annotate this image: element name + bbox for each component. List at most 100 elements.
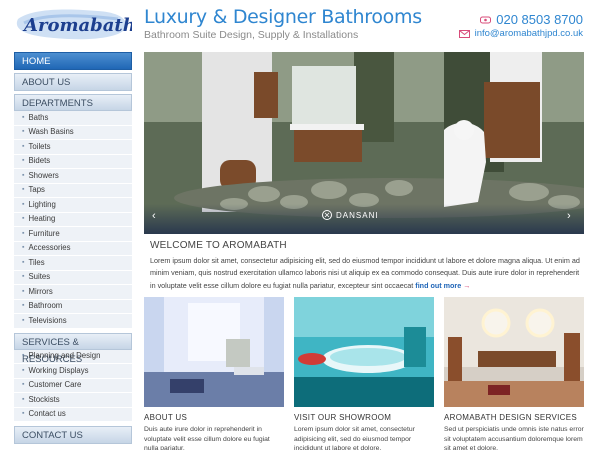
dept-tiles[interactable]: ▪ Tiles xyxy=(14,256,132,271)
find-out-more-link[interactable]: find out more xyxy=(415,281,461,290)
card-text: Duis aute irure dolor in reprehenderit i… xyxy=(144,426,270,450)
card-title: AROMABATH DESIGN SERVICES xyxy=(444,413,578,422)
about-us-card[interactable]: ABOUT US Duis aute irure dolor in repreh… xyxy=(144,297,284,450)
site-logo[interactable]: Aromabath xyxy=(14,5,136,43)
service-contact-us[interactable]: ▪ Contact us xyxy=(14,407,132,422)
dept-taps[interactable]: ▪ Taps xyxy=(14,183,132,198)
sidebar-item-label: Bidets xyxy=(28,156,51,165)
bullet-icon: ▪ xyxy=(22,258,25,266)
phone-number: 020 8503 8700 xyxy=(496,12,583,27)
page-subtitle: Bathroom Suite Design, Supply & Installa… xyxy=(144,29,359,41)
service-customer-care[interactable]: ▪ Customer Care xyxy=(14,378,132,393)
card-title: ABOUT US xyxy=(144,413,188,422)
hero-brand: DANSANI xyxy=(322,210,379,220)
hero-prev-arrow[interactable]: ‹ xyxy=(152,210,156,222)
nav-contact-us[interactable]: CONTACT US xyxy=(14,426,132,444)
card-title: VISIT OUR SHOWROOM xyxy=(294,413,392,422)
bullet-icon: ▪ xyxy=(22,395,25,403)
envelope-icon xyxy=(458,29,470,38)
dept-baths[interactable]: ▪ Baths xyxy=(14,111,132,126)
sidebar-item-label: Heating xyxy=(28,214,56,223)
hero-brand-name: DANSANI xyxy=(336,210,379,220)
bullet-icon: ▪ xyxy=(22,186,25,193)
service-planning-and-design[interactable]: ▪ Planning and Design xyxy=(14,349,132,364)
brand-mark-icon xyxy=(322,210,332,220)
bullet-icon: ▪ xyxy=(22,316,25,324)
sidebar-item-label: Suites xyxy=(28,272,51,281)
dept-furniture[interactable]: ▪ Furniture xyxy=(14,227,132,242)
dept-bathroom[interactable]: ▪ Bathroom xyxy=(14,299,132,314)
logo-text: Aromabath xyxy=(22,15,132,36)
page-title: Luxury & Designer Bathrooms xyxy=(144,6,422,28)
bullet-icon: ▪ xyxy=(22,215,25,222)
dept-bidets[interactable]: ▪ Bidets xyxy=(14,154,132,169)
welcome-body: Lorem ipsum dolor sit amet, consectetur … xyxy=(150,256,580,290)
phone-icon xyxy=(480,16,492,23)
dept-heating[interactable]: ▪ Heating xyxy=(14,212,132,227)
bullet-icon: ▪ xyxy=(22,128,25,135)
welcome-heading: WELCOME TO AROMABATH xyxy=(150,240,287,251)
bullet-icon: ▪ xyxy=(22,142,25,150)
hero-next-arrow[interactable]: › xyxy=(567,210,571,222)
design-services-card[interactable]: AROMABATH DESIGN SERVICES Sed ut perspic… xyxy=(444,297,584,450)
sidebar-item-label: Working Displays xyxy=(28,365,89,375)
hero-slideshow[interactable]: ‹ › DANSANI xyxy=(144,52,584,234)
dept-wash-basins[interactable]: ▪ Wash Basins xyxy=(14,125,132,140)
sidebar-item-label: Customer Care xyxy=(28,380,82,389)
sidebar-item-label: Showers xyxy=(28,170,59,180)
service-stockists[interactable]: ▪ Stockists xyxy=(14,393,132,408)
services-list: ▪ Planning and Design ▪ Working Displays ▪ Cu… xyxy=(14,349,132,422)
sidebar-item-label: Lighting xyxy=(28,199,56,209)
showroom-image xyxy=(294,297,434,407)
showroom-card[interactable]: VISIT OUR SHOWROOM Lorem ipsum dolor sit… xyxy=(294,297,434,450)
card-text: Sed ut perspiciatis unde omnis iste natu… xyxy=(444,426,584,450)
departments-heading: DEPARTMENTS xyxy=(14,94,132,111)
sidebar-item-label: Wash Basins xyxy=(28,127,74,136)
sidebar-item-label: Mirrors xyxy=(28,286,53,296)
nav-about-us[interactable]: ABOUT US xyxy=(14,73,132,91)
bullet-icon: ▪ xyxy=(22,157,25,164)
welcome-text: Lorem ipsum dolor sit amet, consectetur … xyxy=(150,255,582,292)
sidebar-item-label: Accessories xyxy=(28,243,71,252)
sidebar-item-label: Planning and Design xyxy=(28,351,101,360)
bullet-icon: ▪ xyxy=(22,352,25,359)
sidebar-item-label: Toilets xyxy=(28,141,51,151)
bullet-icon: ▪ xyxy=(22,273,25,280)
sidebar-item-label: Contact us xyxy=(28,409,66,418)
email-contact[interactable]: info@aromabathjpd.co.uk xyxy=(458,28,583,39)
bullet-icon: ▪ xyxy=(22,244,25,251)
bullet-icon: ▪ xyxy=(22,113,25,121)
bullet-icon: ▪ xyxy=(22,229,25,237)
dept-toilets[interactable]: ▪ Toilets xyxy=(14,140,132,155)
phone-contact[interactable]: 020 8503 8700 xyxy=(480,12,583,27)
sidebar-item-label: Bathroom xyxy=(28,301,63,310)
bullet-icon: ▪ xyxy=(22,366,25,374)
about-us-image xyxy=(144,297,284,407)
dept-accessories[interactable]: ▪ Accessories xyxy=(14,241,132,256)
sidebar-item-label: Furniture xyxy=(28,228,60,238)
nav-home[interactable]: HOME xyxy=(14,52,132,70)
dept-lighting[interactable]: ▪ Lighting xyxy=(14,198,132,213)
dept-televisions[interactable]: ▪ Televisions xyxy=(14,314,132,329)
card-text: Lorem ipsum dolor sit amet, consectetur … xyxy=(294,426,415,450)
bullet-icon: ▪ xyxy=(22,302,25,309)
sidebar-item-label: Taps xyxy=(28,185,45,194)
dept-showers[interactable]: ▪ Showers xyxy=(14,169,132,184)
bullet-icon: ▪ xyxy=(22,287,25,295)
dept-mirrors[interactable]: ▪ Mirrors xyxy=(14,285,132,300)
services-heading: SERVICES & RESOURCES xyxy=(14,332,132,365)
bullet-icon: ▪ xyxy=(22,410,25,417)
bullet-icon: ▪ xyxy=(22,171,25,179)
sidebar-nav: HOME ABOUT US DEPARTMENTS ▪ Baths ▪ Wash Ba… xyxy=(14,52,132,447)
bullet-icon: ▪ xyxy=(22,200,25,208)
email-address: info@aromabathjpd.co.uk xyxy=(474,28,583,39)
service-working-displays[interactable]: ▪ Working Displays xyxy=(14,364,132,379)
dept-suites[interactable]: ▪ Suites xyxy=(14,270,132,285)
sidebar-item-label: Stockists xyxy=(28,394,60,404)
bullet-icon: ▪ xyxy=(22,381,25,388)
departments-list: ▪ Baths ▪ Wash Basins ▪ Toilets ▪ Bidets ▪ Shower… xyxy=(14,111,132,329)
design-services-image xyxy=(444,297,584,407)
sidebar-item-label: Baths xyxy=(28,112,49,122)
sidebar-item-label: Televisions xyxy=(28,315,67,325)
sidebar-item-label: Tiles xyxy=(28,257,45,267)
